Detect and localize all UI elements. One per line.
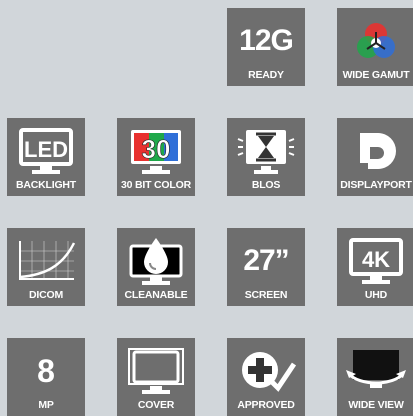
feature-label: 30 BIT COLOR	[121, 179, 191, 191]
svg-text:LED: LED	[24, 137, 68, 162]
feature-tile-30-bit-color: 30 30 BIT COLOR	[117, 118, 195, 196]
led-monitor-icon: LED	[7, 126, 85, 176]
feature-label: COVER	[137, 399, 175, 411]
feature-tile-megapixel: 8 MP	[7, 338, 85, 416]
feature-label: APPROVED	[237, 399, 295, 411]
feature-label: BLOS	[251, 179, 281, 191]
feature-tile-blos: BLOS	[227, 118, 305, 196]
feature-label: DICOM	[29, 289, 63, 301]
feature-label: READY	[248, 69, 284, 81]
feature-tile-wide-gamut: WIDE GAMUT	[337, 8, 413, 86]
feature-tile-backlight: LED BACKLIGHT	[7, 118, 85, 196]
feature-label: DISPLAYPORT	[340, 179, 412, 191]
monitor-cover-icon	[117, 346, 195, 396]
feature-tile-cover: COVER	[117, 338, 195, 416]
feature-label: MP	[38, 399, 54, 411]
feature-tile-approved: APPROVED	[227, 338, 305, 416]
feature-tile-cleanable: CLEANABLE	[117, 228, 195, 306]
feature-label: UHD	[364, 289, 388, 301]
feature-tile-screen-size: 27” SCREEN	[227, 228, 305, 306]
feature-tile-wide-view: WIDE VIEW	[337, 338, 413, 416]
feature-label: BACKLIGHT	[15, 179, 77, 191]
4k-monitor-icon: 4K	[337, 236, 413, 286]
screen-size-icon: 27”	[243, 244, 289, 277]
feature-label: CLEANABLE	[124, 289, 188, 301]
rgb-color-circles-icon	[337, 16, 413, 66]
12g-text-icon: 12G	[239, 24, 294, 57]
feature-tile-12g-ready: 12G READY	[227, 8, 305, 86]
feature-tile-uhd: 4K UHD	[337, 228, 413, 306]
water-drop-monitor-icon	[117, 236, 195, 286]
dicom-curve-graph-icon	[7, 236, 85, 286]
svg-text:4K: 4K	[362, 247, 390, 272]
medical-cross-check-icon	[227, 346, 305, 396]
megapixel-icon: 8	[37, 352, 55, 389]
feature-label: WIDE VIEW	[348, 399, 404, 411]
feature-tile-dicom: DICOM	[7, 228, 85, 306]
svg-text:30: 30	[142, 134, 171, 164]
feature-label: SCREEN	[244, 289, 288, 301]
feature-tile-displayport: DISPLAYPORT	[337, 118, 413, 196]
feature-label: WIDE GAMUT	[342, 69, 410, 81]
wide-view-angle-icon	[337, 346, 413, 396]
hourglass-monitor-icon	[227, 126, 305, 176]
displayport-logo-icon	[337, 126, 413, 176]
30-bit-color-icon: 30	[117, 126, 195, 176]
